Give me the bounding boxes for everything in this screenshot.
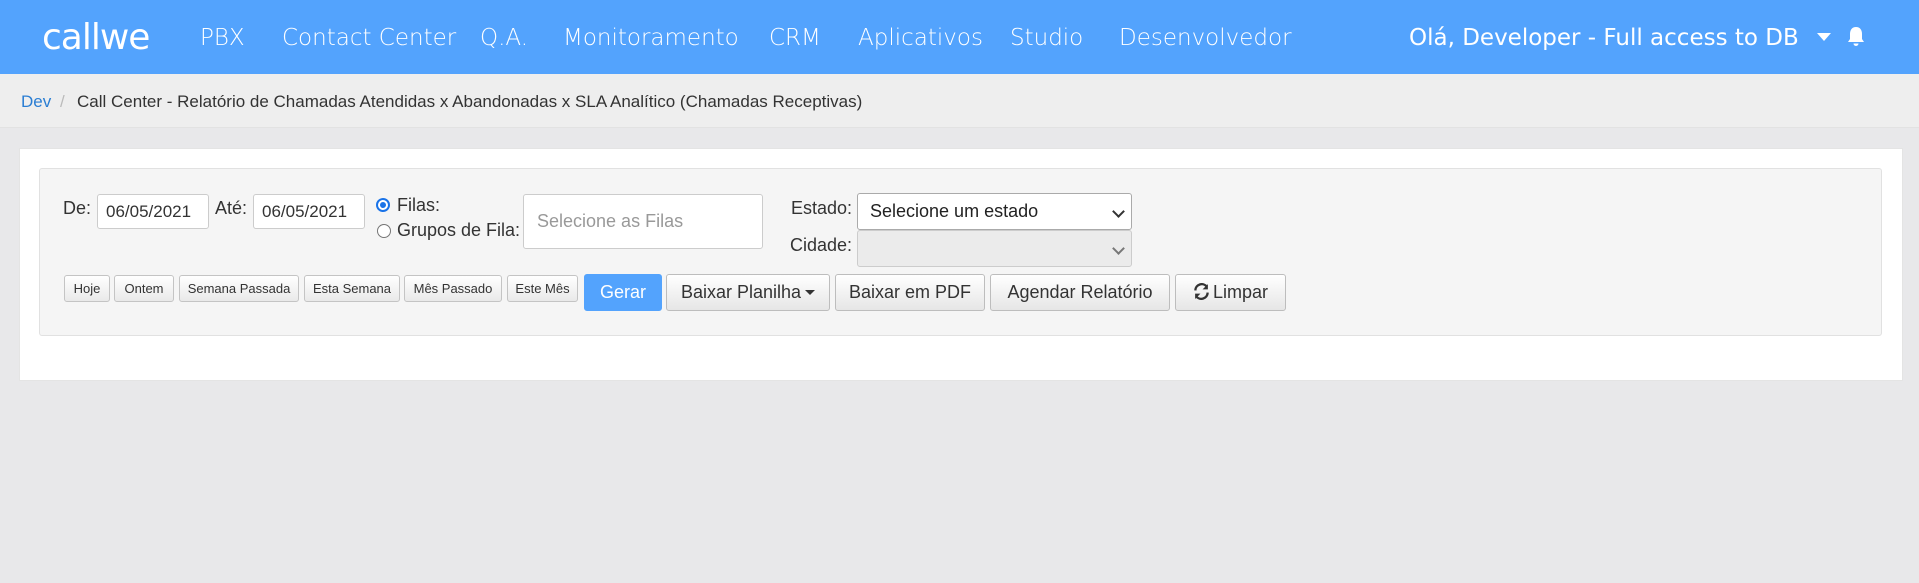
page-title: Call Center - Relatório de Chamadas Aten… bbox=[77, 92, 863, 111]
radio-filas[interactable] bbox=[376, 198, 390, 212]
estado-select[interactable]: Selecione um estado bbox=[857, 193, 1132, 230]
estado-select-value: Selecione um estado bbox=[870, 201, 1039, 221]
refresh-icon bbox=[1194, 283, 1209, 300]
breadcrumb-separator: / bbox=[60, 92, 65, 111]
generate-button[interactable]: Gerar bbox=[584, 274, 662, 311]
estado-label: Estado: bbox=[791, 198, 853, 218]
from-date-input[interactable]: 06/05/2021 bbox=[97, 194, 209, 229]
radio-grupos-label: Grupos de Fila: bbox=[397, 220, 521, 240]
range-esta-semana-button[interactable]: Esta Semana bbox=[304, 275, 400, 302]
range-semana-passada-button[interactable]: Semana Passada bbox=[179, 275, 299, 302]
caret-down-icon bbox=[805, 289, 816, 295]
radio-grupos-de-fila[interactable] bbox=[377, 224, 391, 238]
range-mes-passado-button[interactable]: Mês Passado bbox=[404, 275, 502, 302]
breadcrumb-link-dev[interactable]: Dev bbox=[21, 92, 51, 112]
clear-button[interactable]: Limpar bbox=[1175, 274, 1286, 311]
filas-select[interactable]: Selecione as Filas bbox=[523, 194, 763, 249]
to-date-input[interactable]: 06/05/2021 bbox=[253, 194, 365, 229]
nav-item-monitoramento[interactable]: Monitoramento bbox=[563, 24, 739, 52]
bell-icon[interactable] bbox=[1846, 26, 1866, 48]
nav-item-pbx[interactable]: PBX bbox=[200, 24, 245, 52]
download-spreadsheet-label: Baixar Planilha bbox=[680, 282, 802, 302]
radio-filas-label: Filas: bbox=[397, 195, 441, 215]
download-pdf-button[interactable]: Baixar em PDF bbox=[835, 274, 985, 311]
range-hoje-button[interactable]: Hoje bbox=[64, 275, 110, 302]
nav-item-contact-center[interactable]: Contact Center bbox=[282, 24, 456, 52]
clear-button-label: Limpar bbox=[1212, 282, 1269, 302]
top-navbar: callwe PBX Contact Center Q.A. Monitoram… bbox=[0, 0, 1919, 74]
download-spreadsheet-button[interactable]: Baixar Planilha bbox=[666, 274, 830, 311]
schedule-report-button[interactable]: Agendar Relatório bbox=[990, 274, 1170, 311]
nav-item-studio[interactable]: Studio bbox=[1010, 24, 1083, 52]
chevron-down-icon bbox=[1112, 242, 1125, 255]
callwe-logo[interactable]: callwe bbox=[42, 18, 150, 58]
breadcrumb: Dev / Call Center - Relatório de Chamada… bbox=[0, 74, 1919, 128]
cidade-label: Cidade: bbox=[790, 235, 853, 255]
range-este-mes-button[interactable]: Este Mês bbox=[507, 275, 578, 302]
user-menu-label: Olá, Developer - Full access to DB bbox=[1409, 25, 1799, 51]
chevron-down-icon bbox=[1112, 205, 1125, 218]
to-date-label: Até: bbox=[215, 198, 248, 218]
nav-item-desenvolvedor[interactable]: Desenvolvedor bbox=[1119, 24, 1292, 52]
chevron-down-icon bbox=[1816, 32, 1831, 41]
user-menu[interactable]: Olá, Developer - Full access to DB bbox=[1409, 24, 1831, 52]
nav-item-qa[interactable]: Q.A. bbox=[480, 24, 528, 52]
range-ontem-button[interactable]: Ontem bbox=[114, 275, 174, 302]
nav-item-crm[interactable]: CRM bbox=[769, 24, 821, 52]
from-date-label: De: bbox=[63, 198, 92, 218]
nav-item-aplicativos[interactable]: Aplicativos bbox=[858, 24, 983, 52]
cidade-select[interactable] bbox=[857, 230, 1132, 267]
